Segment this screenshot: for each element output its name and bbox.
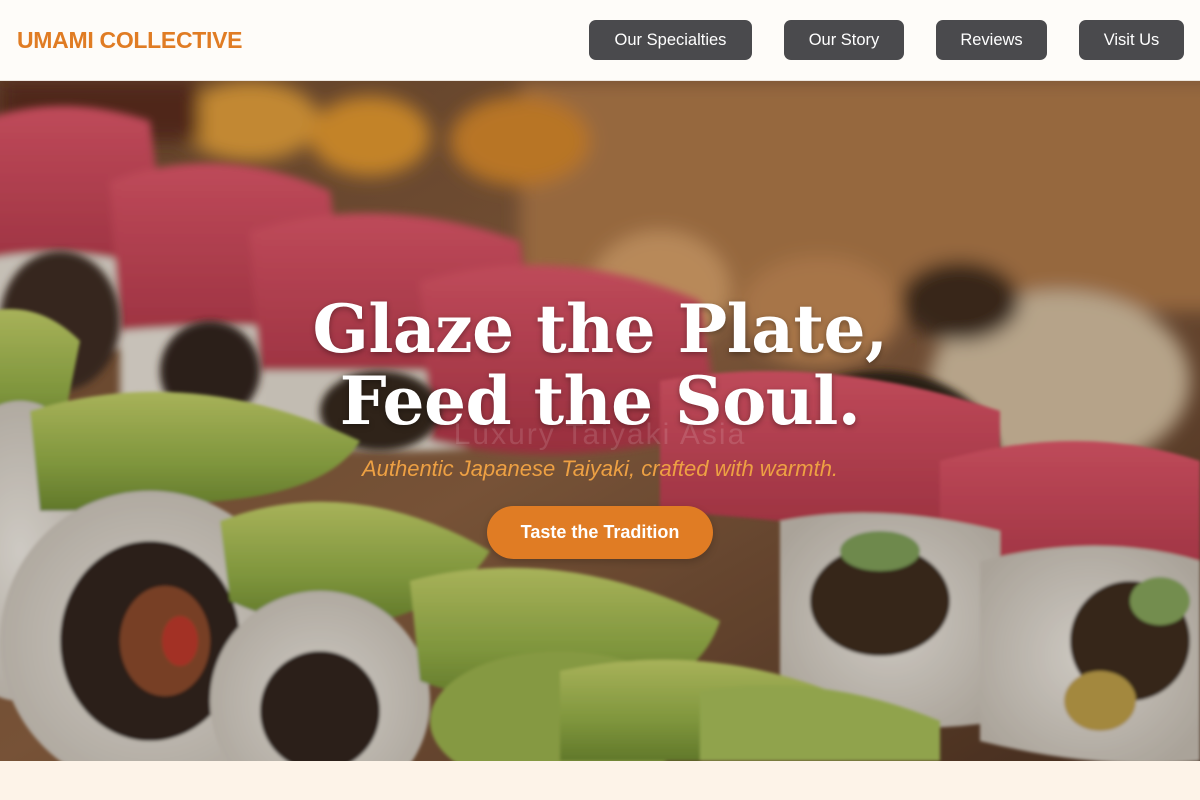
hero-watermark: Luxury Taiyaki Asia bbox=[453, 418, 747, 451]
hero-subtitle: Authentic Japanese Taiyaki, crafted with… bbox=[361, 456, 839, 481]
site-header: UMAMI COLLECTIVE Our Specialties Our Sto… bbox=[0, 0, 1200, 81]
nav-our-specialties-button[interactable]: Our Specialties bbox=[589, 20, 752, 60]
nav-visit-us-button[interactable]: Visit Us bbox=[1079, 20, 1184, 60]
main-nav: Our Specialties Our Story Reviews Visit … bbox=[589, 0, 1184, 80]
next-section bbox=[0, 761, 1200, 800]
nav-reviews-button[interactable]: Reviews bbox=[936, 20, 1047, 60]
hero-content: Glaze the Plate, Feed the Soul. Luxury T… bbox=[0, 81, 1200, 761]
cta-button[interactable]: Taste the Tradition bbox=[487, 506, 713, 559]
hero-headline-line-1: Glaze the Plate, bbox=[312, 290, 888, 368]
hero-section: Glaze the Plate, Feed the Soul. Luxury T… bbox=[0, 81, 1200, 761]
hero-headline: Glaze the Plate, Feed the Soul. bbox=[0, 293, 1200, 437]
nav-our-story-button[interactable]: Our Story bbox=[784, 20, 904, 60]
brand-logo[interactable]: UMAMI COLLECTIVE bbox=[17, 27, 243, 54]
